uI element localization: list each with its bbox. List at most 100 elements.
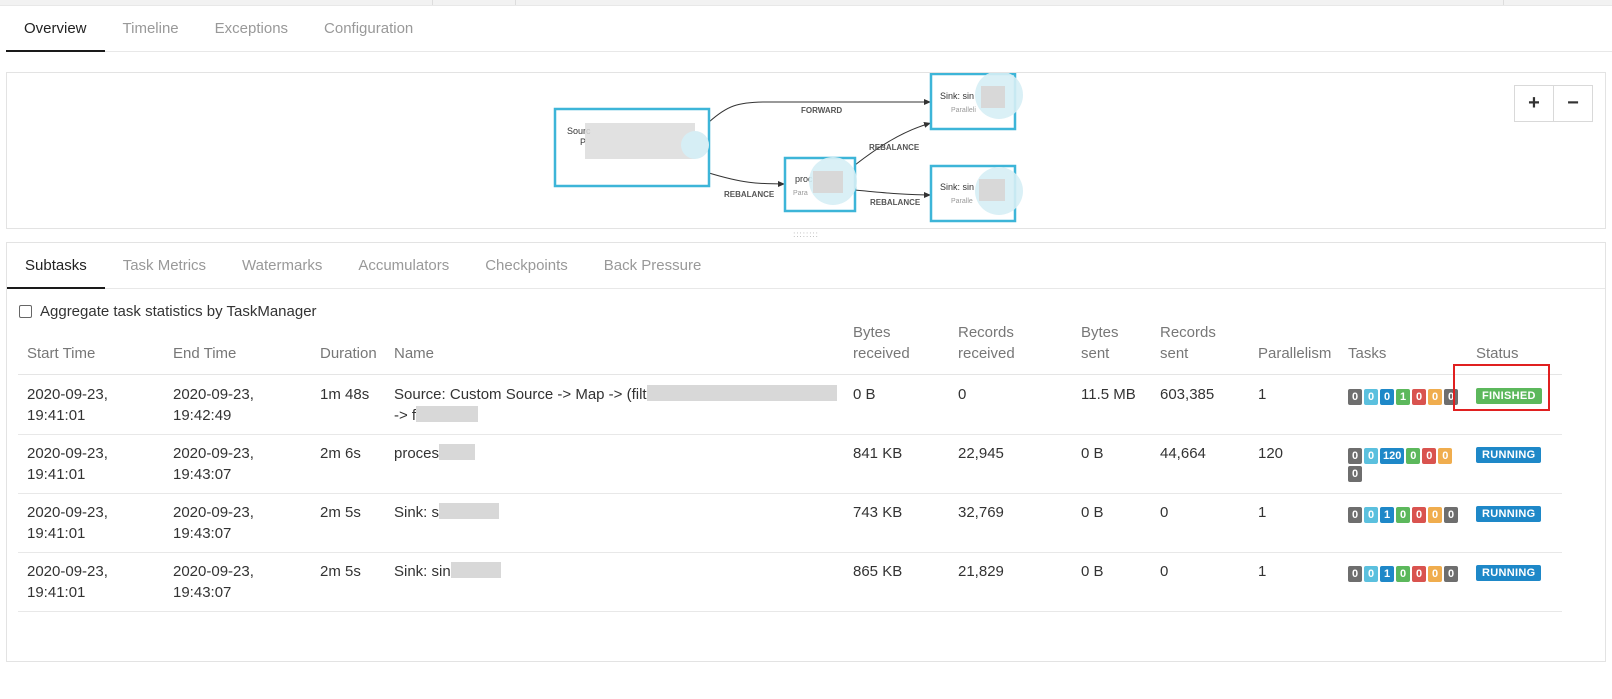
- panel-resize-handle[interactable]: ::::::::: [788, 231, 824, 239]
- cell-records-sent: 0: [1160, 504, 1169, 521]
- cell-name[interactable]: Source: Custom Source -> Map -> (filt -> …: [394, 384, 839, 426]
- task-count-badge: 0: [1422, 448, 1437, 464]
- job-graph[interactable]: FORWARD REBALANCE REBALANCE REBALANCE So…: [7, 73, 1606, 229]
- cell-bytes-sent: 0 B: [1081, 504, 1104, 521]
- tab-exceptions[interactable]: Exceptions: [197, 6, 306, 51]
- cell-records-sent: 603,385: [1160, 386, 1215, 403]
- task-count-badge: 0: [1412, 507, 1426, 523]
- tab-overview[interactable]: Overview: [6, 6, 105, 52]
- task-count-badge: 0: [1438, 448, 1453, 464]
- redacted-overlay: [813, 171, 843, 193]
- redacted-text: [450, 562, 501, 578]
- col-bytes-sent[interactable]: Bytes sent: [1081, 322, 1119, 364]
- col-start-time[interactable]: Start Time: [27, 343, 95, 364]
- task-count-badge: 0: [1364, 389, 1378, 405]
- graph-node-sink-1[interactable]: Sink: sin Paralleli: [929, 73, 1023, 131]
- col-name[interactable]: Name: [394, 343, 434, 364]
- cell-records-received: 22,945: [958, 445, 1004, 462]
- edge-label-forward: FORWARD: [801, 106, 842, 115]
- strip-divider: [432, 0, 433, 5]
- task-count-badge: 0: [1380, 389, 1394, 405]
- aggregate-checkbox[interactable]: [19, 305, 32, 318]
- task-count-badge: 0: [1364, 566, 1378, 582]
- cell-records-received: 32,769: [958, 504, 1004, 521]
- task-count-badge: 0: [1428, 389, 1442, 405]
- job-graph-panel[interactable]: FORWARD REBALANCE REBALANCE REBALANCE So…: [6, 72, 1606, 229]
- cell-parallelism: 120: [1258, 445, 1284, 462]
- svg-text:Paralle: Paralle: [951, 198, 973, 205]
- svg-text:Sink: sin: Sink: sin: [940, 91, 974, 101]
- aggregate-by-taskmanager[interactable]: Aggregate task statistics by TaskManager: [19, 303, 317, 320]
- col-duration[interactable]: Duration: [320, 343, 377, 364]
- cell-records-received: 0: [958, 386, 967, 403]
- col-bytes-received[interactable]: Bytes received: [853, 322, 910, 364]
- task-count-badge: 0: [1406, 448, 1421, 464]
- task-count-badge: 0: [1348, 466, 1362, 482]
- edge-rebalance-proc-sink2: [854, 189, 932, 198]
- vertex-tabs: Subtasks Task Metrics Watermarks Accumul…: [7, 243, 1605, 289]
- redacted-text: [439, 503, 500, 519]
- task-count-badge: 0: [1364, 507, 1378, 523]
- graph-node-source[interactable]: Sourc P: [553, 107, 711, 188]
- cell-name[interactable]: proces: [394, 443, 839, 464]
- graph-node-sink-2[interactable]: Sink: sin Paralle: [929, 164, 1023, 223]
- task-count-badge: 0: [1444, 566, 1458, 582]
- col-end-time[interactable]: End Time: [173, 343, 236, 364]
- cell-duration: 2m 5s: [320, 563, 361, 580]
- task-count-badge: 0: [1412, 389, 1426, 405]
- col-parallelism[interactable]: Parallelism: [1258, 343, 1331, 364]
- annotation-highlight-box: [1453, 364, 1550, 411]
- task-status-badges: 0010000: [1348, 566, 1458, 582]
- cell-bytes-received: 0 B: [853, 386, 876, 403]
- zoom-out-button[interactable]: −: [1553, 85, 1593, 122]
- task-count-badge: 0: [1428, 566, 1442, 582]
- table-row[interactable]: 2020-09-23, 19:41:01 2020-09-23, 19:43:07 2m…: [18, 552, 1562, 612]
- cell-name[interactable]: Sink: s: [394, 502, 839, 523]
- tab-accumulators[interactable]: Accumulators: [340, 243, 467, 288]
- task-count-badge: 0: [1348, 448, 1362, 464]
- redacted-overlay: [681, 131, 709, 159]
- task-count-badge: 1: [1380, 566, 1394, 582]
- cell-name[interactable]: Sink: sin: [394, 561, 839, 582]
- svg-text:Para: Para: [793, 190, 808, 197]
- col-records-sent[interactable]: Records sent: [1160, 322, 1216, 364]
- cell-bytes-sent: 0 B: [1081, 445, 1104, 462]
- cell-start-time: 2020-09-23, 19:41:01: [27, 445, 108, 483]
- col-tasks[interactable]: Tasks: [1348, 343, 1386, 364]
- tab-back-pressure[interactable]: Back Pressure: [586, 243, 720, 288]
- tab-task-metrics[interactable]: Task Metrics: [105, 243, 224, 288]
- status-badge: RUNNING: [1476, 447, 1542, 463]
- col-records-received[interactable]: Records received: [958, 322, 1015, 364]
- cell-records-sent: 44,664: [1160, 445, 1206, 462]
- tab-configuration[interactable]: Configuration: [306, 6, 431, 51]
- cell-bytes-sent: 0 B: [1081, 563, 1104, 580]
- tab-checkpoints[interactable]: Checkpoints: [467, 243, 586, 288]
- strip-divider: [1503, 0, 1504, 5]
- cell-parallelism: 1: [1258, 504, 1267, 521]
- tab-timeline[interactable]: Timeline: [105, 6, 197, 51]
- cell-start-time: 2020-09-23, 19:41:01: [27, 386, 108, 424]
- table-row[interactable]: 2020-09-23, 19:41:01 2020-09-23, 19:42:49 1m…: [18, 375, 1562, 435]
- task-count-badge: 0: [1428, 507, 1442, 523]
- status-badge: RUNNING: [1476, 565, 1542, 581]
- tab-watermarks[interactable]: Watermarks: [224, 243, 340, 288]
- cell-records-received: 21,829: [958, 563, 1004, 580]
- cell-duration: 2m 6s: [320, 445, 361, 462]
- graph-node-process[interactable]: proc Para: [783, 156, 857, 213]
- table-row[interactable]: 2020-09-23, 19:41:01 2020-09-23, 19:43:07 2m…: [18, 434, 1562, 494]
- edge-rebalance-source-proc: [708, 172, 786, 187]
- edge-label-rebalance: REBALANCE: [870, 198, 921, 207]
- zoom-in-button[interactable]: +: [1514, 85, 1554, 122]
- task-count-badge: 0: [1444, 507, 1458, 523]
- table-row[interactable]: 2020-09-23, 19:41:01 2020-09-23, 19:43:07 2m…: [18, 493, 1562, 553]
- cell-start-time: 2020-09-23, 19:41:01: [27, 504, 108, 542]
- task-count-badge: 120: [1380, 448, 1405, 464]
- cell-duration: 1m 48s: [320, 386, 370, 403]
- task-count-badge: 0: [1396, 566, 1410, 582]
- cell-records-sent: 0: [1160, 563, 1169, 580]
- cell-end-time: 2020-09-23, 19:42:49: [173, 386, 254, 424]
- task-status-badges: 0010000: [1348, 507, 1458, 523]
- tab-subtasks[interactable]: Subtasks: [7, 243, 105, 289]
- col-status[interactable]: Status: [1476, 343, 1519, 364]
- edge-label-rebalance: REBALANCE: [724, 190, 775, 199]
